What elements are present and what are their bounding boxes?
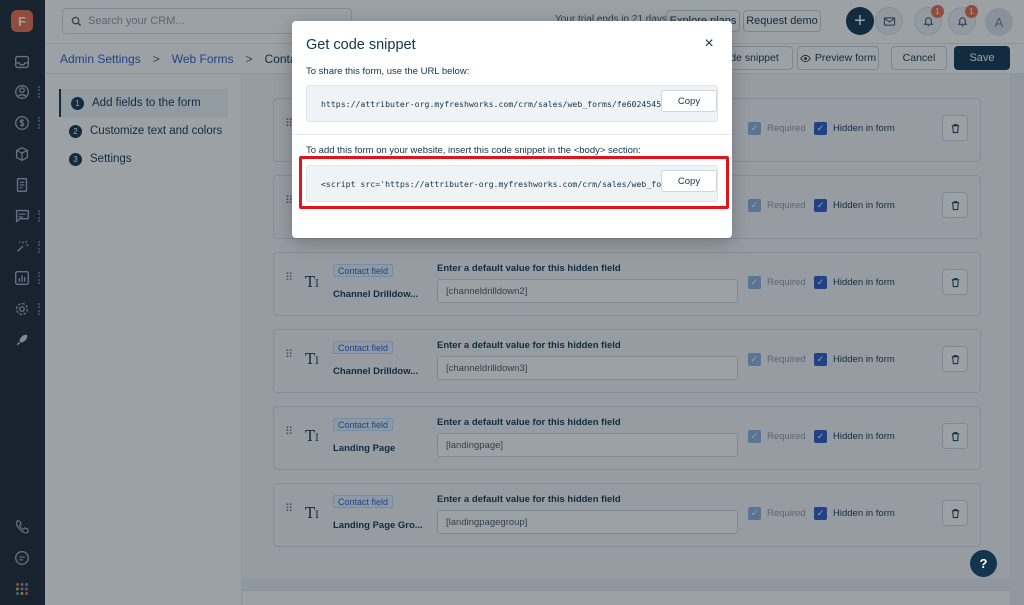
- share-url-box[interactable]: https://attributer-org.myfreshworks.com/…: [306, 85, 718, 122]
- embed-snippet-label: To add this form on your website, insert…: [306, 145, 641, 156]
- copy-url-button[interactable]: Copy: [661, 90, 717, 112]
- close-icon[interactable]: ×: [701, 35, 717, 52]
- share-url-text[interactable]: https://attributer-org.myfreshworks.com/…: [321, 99, 661, 109]
- dialog-title: Get code snippet: [306, 37, 416, 53]
- divider: [292, 134, 732, 135]
- highlight-annotation-box: [299, 156, 729, 209]
- help-button[interactable]: ?: [970, 550, 997, 577]
- share-url-label: To share this form, use the URL below:: [306, 66, 470, 77]
